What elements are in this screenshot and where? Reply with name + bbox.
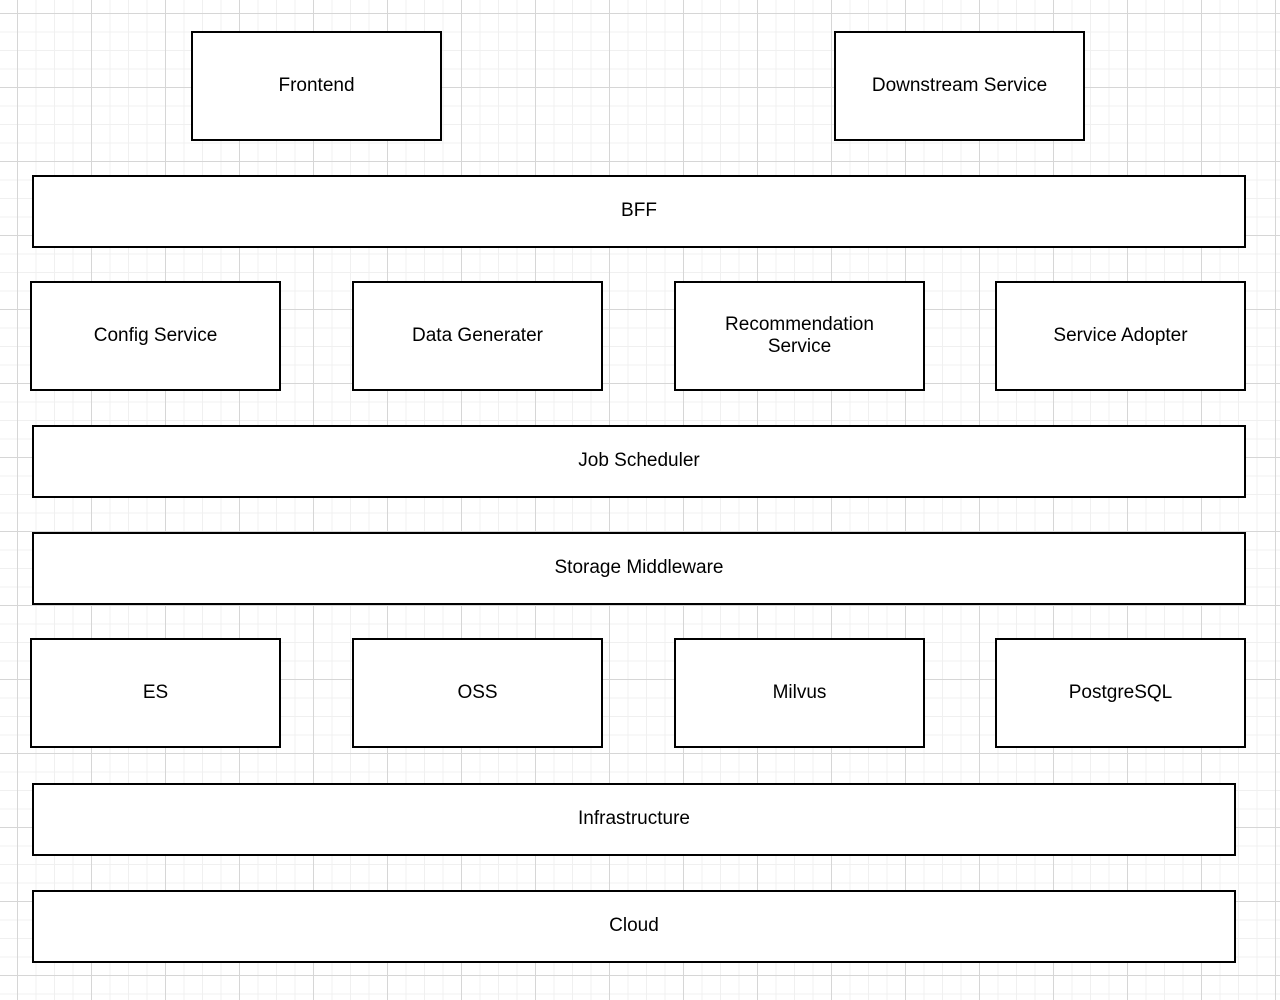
node-label: ES <box>142 681 169 703</box>
node-label: Data Generater <box>412 324 543 346</box>
node-storage-middleware[interactable]: Storage Middleware <box>32 532 1246 605</box>
diagram-canvas: Frontend Downstream Service BFF Config Serv… <box>0 0 1280 1000</box>
node-label: Cloud <box>609 915 659 937</box>
node-config-service[interactable]: Config Service <box>30 281 281 391</box>
node-data-generater[interactable]: Data Generater <box>352 281 603 391</box>
node-label: Milvus <box>772 681 827 703</box>
node-label: Service Adopter <box>1053 324 1188 346</box>
node-downstream-service[interactable]: Downstream Service <box>834 31 1085 141</box>
node-postgresql[interactable]: PostgreSQL <box>995 638 1246 748</box>
node-bff[interactable]: BFF <box>32 175 1246 248</box>
node-label: Job Scheduler <box>578 450 700 472</box>
node-recommendation-service[interactable]: Recommendation Service <box>674 281 925 391</box>
node-label: Config Service <box>93 324 218 346</box>
node-label: BFF <box>621 200 657 222</box>
node-milvus[interactable]: Milvus <box>674 638 925 748</box>
node-label: PostgreSQL <box>1068 681 1173 703</box>
node-es[interactable]: ES <box>30 638 281 748</box>
node-label: Downstream Service <box>871 74 1048 96</box>
node-label: Infrastructure <box>578 808 690 830</box>
node-job-scheduler[interactable]: Job Scheduler <box>32 425 1246 498</box>
node-label: Storage Middleware <box>554 557 724 579</box>
node-label: Recommendation Service <box>725 313 874 357</box>
node-service-adopter[interactable]: Service Adopter <box>995 281 1246 391</box>
node-label: OSS <box>457 681 498 703</box>
node-cloud[interactable]: Cloud <box>32 890 1236 963</box>
node-oss[interactable]: OSS <box>352 638 603 748</box>
node-frontend[interactable]: Frontend <box>191 31 442 141</box>
node-label: Frontend <box>278 74 355 96</box>
node-infrastructure[interactable]: Infrastructure <box>32 783 1236 856</box>
